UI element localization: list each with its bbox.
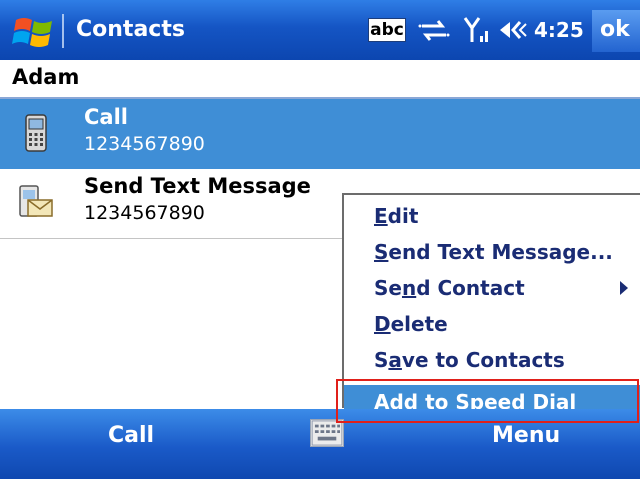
signal-strength-icon[interactable] — [462, 14, 492, 46]
menu-item-rest: elete — [390, 312, 448, 336]
menu-item-pre: Se — [374, 276, 402, 300]
menu-item-label: Save to Contacts — [374, 348, 565, 372]
menu-item-rest: end Text Message... — [388, 240, 613, 264]
submenu-arrow-icon — [620, 281, 628, 295]
context-menu: Edit Send Text Message... Send Contact D… — [342, 193, 640, 421]
left-softkey-label: Call — [108, 423, 155, 448]
mnemonic: n — [401, 276, 417, 300]
mnemonic: D — [374, 312, 391, 336]
menu-item-send-contact[interactable]: Send Contact — [344, 271, 640, 307]
menu-item-label: Send Contact — [374, 276, 525, 300]
row-label: Send Text Message — [84, 174, 311, 198]
menu-item-rest: ve to Contacts — [401, 348, 565, 372]
menu-item-pre: S — [374, 348, 389, 372]
right-softkey-label: Menu — [492, 423, 561, 448]
menu-item-delete[interactable]: Delete — [344, 307, 640, 343]
row-number: 1234567890 — [84, 133, 205, 155]
menu-item-send-text-message[interactable]: Send Text Message... — [344, 235, 640, 271]
row-label: Call — [84, 105, 128, 129]
keyboard-icon[interactable] — [310, 419, 344, 447]
menu-item-rest: dit — [387, 204, 419, 228]
text-message-icon — [19, 185, 53, 217]
volume-icon[interactable] — [498, 14, 530, 46]
highlight-annotation-box — [336, 379, 639, 423]
left-softkey[interactable]: Call — [0, 409, 270, 479]
mobile-phone-icon — [25, 114, 47, 152]
ok-button[interactable]: ok — [592, 10, 640, 52]
title-bar: Contacts abc 4:25 ok — [0, 0, 640, 60]
menu-item-save-to-contacts[interactable]: Save to Contacts — [344, 343, 640, 379]
menu-item-label: Delete — [374, 312, 448, 336]
clock[interactable]: 4:25 — [534, 18, 584, 42]
row-number: 1234567890 — [84, 202, 205, 224]
menu-item-label: Edit — [374, 204, 418, 228]
ok-button-label: ok — [600, 17, 630, 42]
mnemonic: S — [374, 240, 389, 264]
input-method-indicator[interactable]: abc — [368, 18, 406, 42]
menu-item-rest: d Contact — [416, 276, 525, 300]
call-row[interactable]: Call 1234567890 — [0, 99, 640, 169]
app-title: Contacts — [76, 17, 185, 42]
menu-item-edit[interactable]: Edit — [344, 199, 640, 235]
contact-name: Adam — [12, 65, 80, 89]
mnemonic: a — [388, 348, 402, 372]
menu-item-label: Send Text Message... — [374, 240, 613, 264]
connectivity-icon[interactable] — [416, 14, 452, 46]
windows-flag-icon[interactable] — [12, 14, 56, 50]
title-separator — [62, 14, 64, 48]
mnemonic: E — [374, 204, 388, 228]
